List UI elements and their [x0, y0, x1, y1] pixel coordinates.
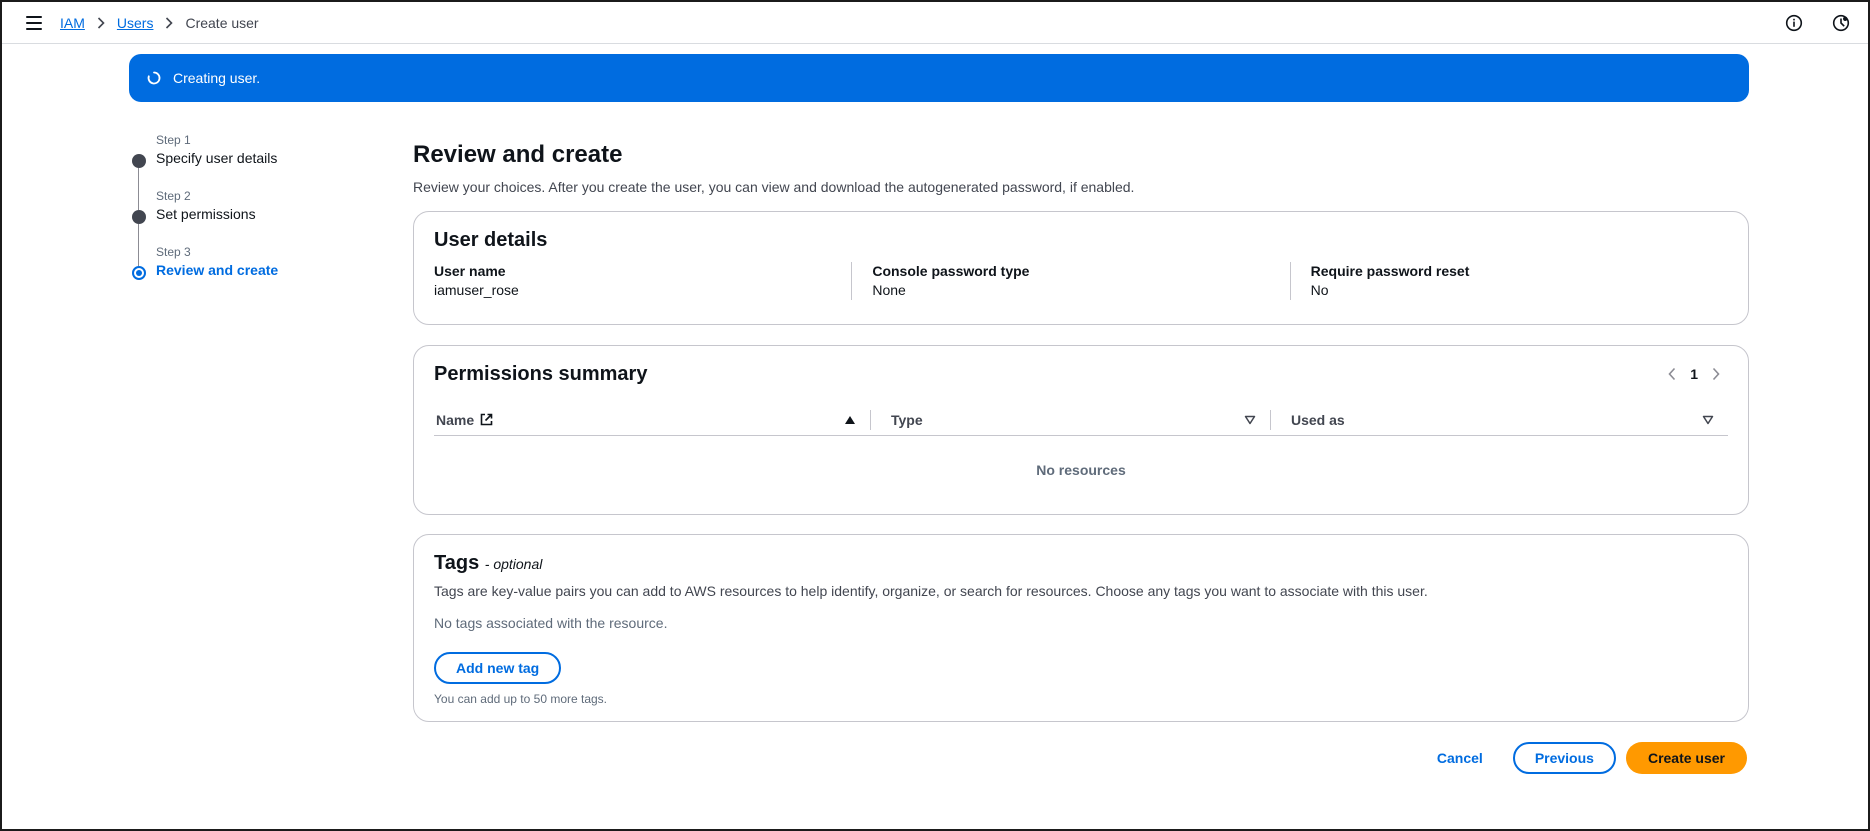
table-header: Name Type Used as [434, 404, 1728, 436]
sort-icon[interactable] [1702, 415, 1714, 425]
column-header-name[interactable]: Name [434, 404, 870, 435]
previous-button[interactable]: Previous [1512, 742, 1616, 774]
field-value: No [1310, 282, 1329, 298]
field-key: User name [434, 263, 506, 279]
wizard-steps: Step 1 Specify user details Step 2 Set p… [128, 132, 388, 300]
require-password-reset-field: Require password reset No [1289, 262, 1728, 300]
tags-limit-hint: You can add up to 50 more tags. [434, 692, 608, 706]
external-link-icon [480, 413, 493, 426]
breadcrumb-iam[interactable]: IAM [60, 15, 85, 31]
step-label: Set permissions [156, 206, 256, 222]
menu-icon[interactable] [26, 16, 42, 30]
wizard-step-3: Step 3 Review and create [128, 244, 388, 300]
sort-icon[interactable] [1244, 415, 1256, 425]
wizard-step-1[interactable]: Step 1 Specify user details [128, 132, 388, 210]
form-actions: Cancel Previous Create user [1417, 742, 1747, 774]
page-title: Review and create [413, 141, 623, 168]
no-tags-message: No tags associated with the resource. [434, 615, 668, 631]
field-value: iamuser_rose [434, 282, 519, 298]
cancel-button[interactable]: Cancel [1417, 742, 1503, 774]
page-number[interactable]: 1 [1690, 366, 1698, 382]
breadcrumb-current: Create user [185, 15, 259, 31]
chevron-right-icon [165, 17, 174, 29]
flash-message: Creating user. [173, 70, 261, 86]
column-label: Name [436, 411, 475, 428]
step-label: Review and create [156, 262, 279, 278]
page-header: Review and create Review your choices. A… [413, 140, 1749, 196]
column-header-used-as[interactable]: Used as [1270, 410, 1728, 430]
user-name-field: User name iamuser_rose [434, 262, 851, 300]
pagination: 1 [1668, 366, 1720, 382]
user-details-grid: User name iamuser_rose Console password … [434, 262, 1728, 300]
tags-description: Tags are key-value pairs you can add to … [434, 583, 1428, 599]
user-details-title: User details [434, 229, 548, 251]
tags-title-text: Tags [434, 552, 480, 574]
column-header-type[interactable]: Type [870, 410, 1270, 430]
chevron-right-icon [97, 17, 105, 29]
breadcrumb-users[interactable]: Users [117, 15, 154, 31]
add-new-tag-button[interactable]: Add new tag [434, 652, 562, 684]
step-number: Step 2 [156, 189, 191, 203]
permissions-summary-card: Permissions summary 1 Name Type Used as [413, 345, 1749, 515]
permissions-summary-title: Permissions summary [434, 363, 648, 385]
top-navigation-bar: IAM Users Create user [2, 2, 1868, 44]
empty-state: No resources [1036, 462, 1126, 478]
step-number: Step 1 [156, 133, 191, 147]
step-complete-dot-icon [132, 154, 146, 168]
column-label: Used as [1291, 412, 1345, 428]
console-password-type-field: Console password type None [851, 262, 1289, 300]
step-label: Specify user details [156, 150, 278, 166]
create-user-button[interactable]: Create user [1625, 742, 1747, 774]
field-key: Require password reset [1310, 263, 1470, 279]
tags-title: Tags - optional [434, 551, 1728, 576]
step-number: Step 3 [156, 245, 191, 259]
info-icon[interactable] [1785, 14, 1803, 32]
wizard-step-2[interactable]: Step 2 Set permissions [128, 188, 388, 266]
page-description: Review your choices. After you create th… [413, 179, 1135, 195]
field-value: None [872, 282, 906, 298]
sort-ascending-icon[interactable] [844, 415, 856, 425]
flash-banner-creating: Creating user. [129, 54, 1749, 102]
spinner-icon [147, 71, 161, 85]
optional-label: - optional [484, 556, 543, 572]
user-details-card: User details User name iamuser_rose Cons… [413, 211, 1749, 325]
field-key: Console password type [872, 263, 1030, 279]
step-current-dot-icon [132, 266, 146, 280]
tags-card: Tags - optional Tags are key-value pairs… [413, 534, 1749, 722]
feedback-icon[interactable] [1832, 14, 1850, 32]
breadcrumb: IAM Users Create user [60, 2, 259, 44]
chevron-right-icon[interactable] [1712, 367, 1720, 381]
step-complete-dot-icon [132, 210, 146, 224]
chevron-left-icon[interactable] [1668, 367, 1676, 381]
column-label: Type [891, 412, 923, 428]
